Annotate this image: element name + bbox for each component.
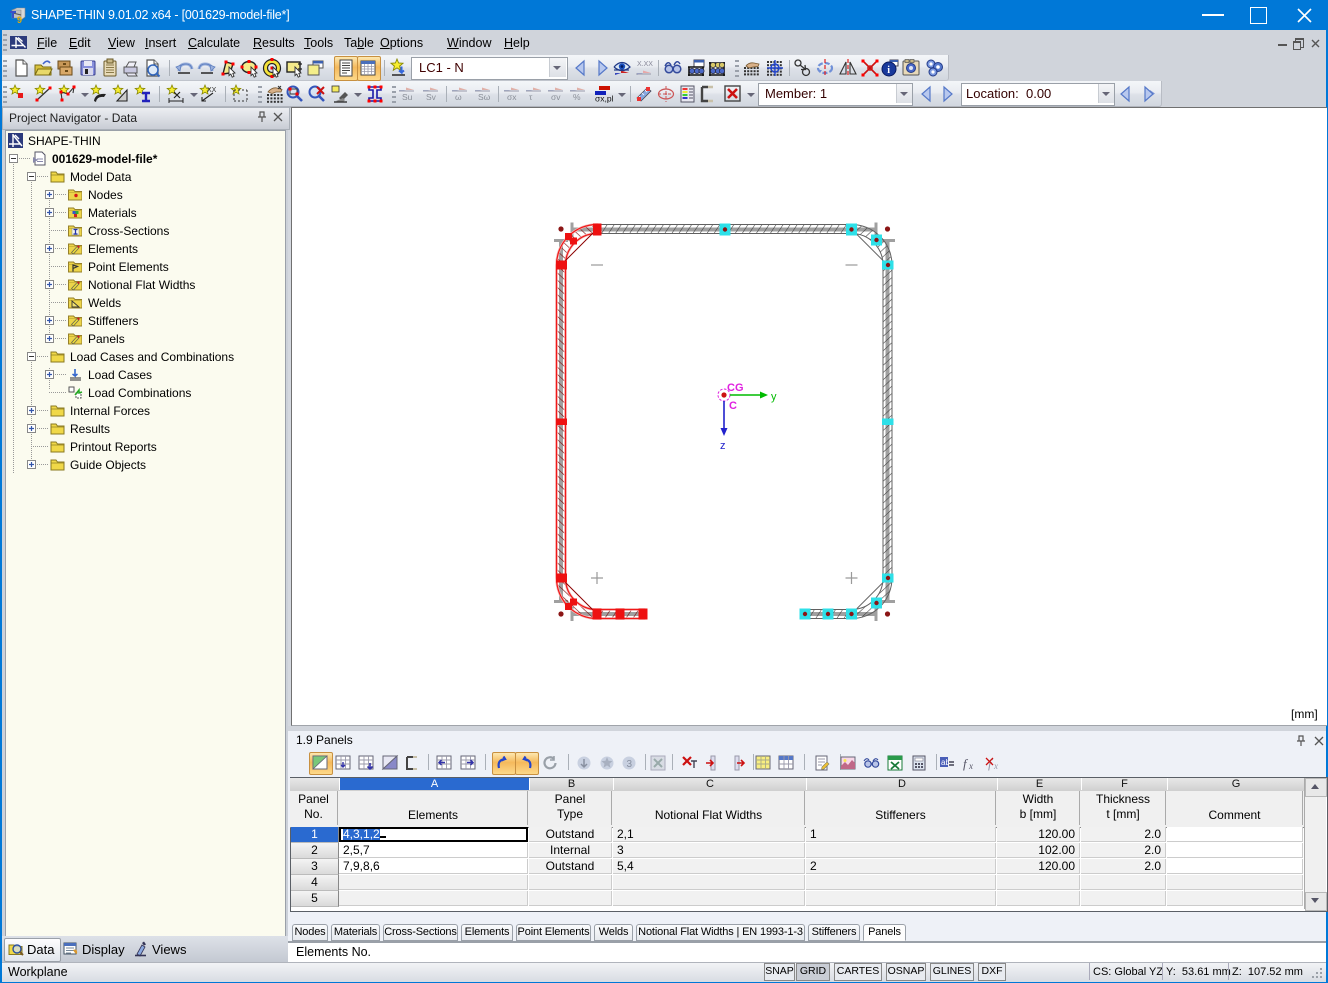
svg-text:i: i	[887, 65, 890, 76]
svg-text:τ: τ	[529, 92, 533, 102]
svg-text:3: 3	[627, 759, 633, 770]
svg-text:z: z	[720, 440, 726, 452]
svg-text:Su: Su	[402, 92, 413, 102]
svg-text:Sω: Sω	[478, 92, 491, 102]
svg-text:C: C	[729, 400, 737, 412]
svg-text:x: x	[968, 761, 973, 771]
svg-text:σx,pl: σx,pl	[595, 94, 613, 104]
svg-text:σv: σv	[551, 92, 561, 102]
svg-text:σx: σx	[507, 92, 517, 102]
svg-text:9: 9	[17, 15, 22, 24]
svg-text:X.XX: X.XX	[637, 61, 653, 68]
svg-text:Sv: Sv	[426, 92, 437, 102]
svg-text:x: x	[993, 761, 998, 771]
svg-text:ω: ω	[455, 92, 462, 102]
svg-text:XX: XX	[207, 87, 217, 94]
svg-text:y: y	[771, 391, 777, 403]
svg-text:%: %	[573, 92, 581, 102]
